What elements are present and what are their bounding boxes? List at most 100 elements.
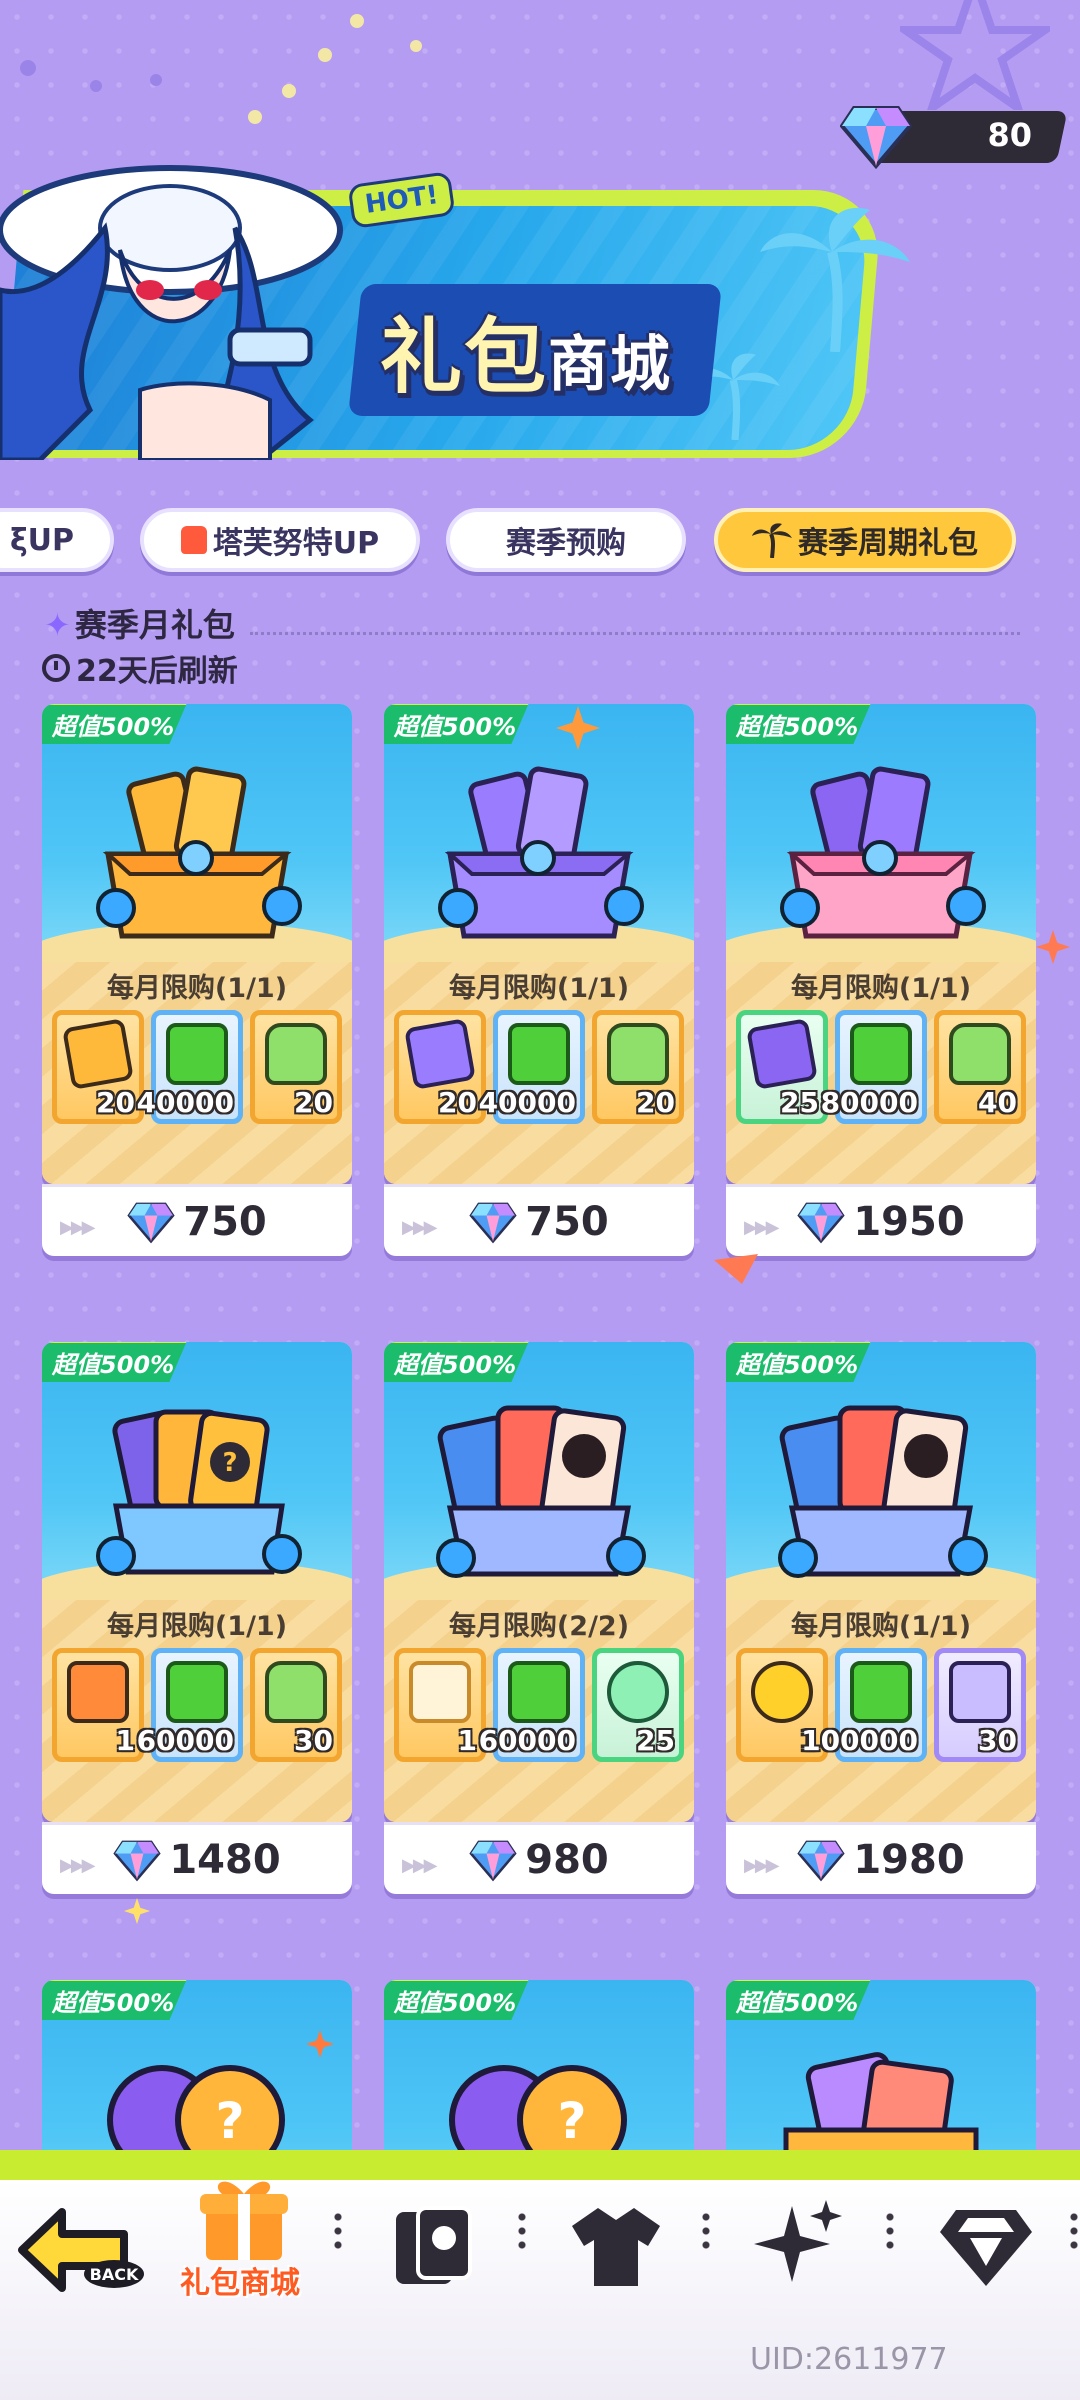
item-count: 80000 [820,1086,918,1119]
arrow-decor: ▶▶▶ [402,1855,437,1876]
section-title: ✦ 赛季月礼包 [44,600,235,646]
arrow-decor: ▶▶▶ [744,1855,779,1876]
back-label: BACK [90,2265,139,2284]
cash-icon [508,1661,570,1723]
banner-title-part1: 礼包 [380,309,549,405]
reward-item-jar[interactable]: 30 [250,1648,342,1762]
reward-items: 1 60000 25 [394,1648,684,1762]
value-badge: 超值500% [42,1980,189,2020]
gift-pack-card[interactable]: ? 超值500% [42,1980,352,2150]
gift-pack-card[interactable]: ? 超值500% 每月限购(1/1) 1 60000 30 ▶▶▶ 1480 [42,1342,352,1898]
character-portrait [0,165,343,460]
purchase-limit: 每月限购(1/1) [790,1611,972,1642]
purchase-limit: 每月限购(2/2) [448,1611,630,1642]
price-button[interactable]: ▶▶▶ 750 [42,1184,352,1256]
ticket-icon [62,1018,134,1090]
item-count: 25 [780,1086,819,1119]
reward-item-jar[interactable]: 40 [934,1010,1026,1124]
reward-items: 25 80000 40 [736,1010,1026,1124]
price-button[interactable]: ▶▶▶ 1480 [42,1822,352,1894]
svg-text:?: ? [557,2092,586,2150]
reward-items: 1 60000 30 [52,1648,342,1762]
value-badge: 超值500% [726,1980,873,2020]
gift-box-pink-icon [780,766,986,939]
price-button[interactable]: ▶▶▶ 1980 [726,1822,1036,1894]
reward-item-ticket[interactable]: 20 [52,1010,144,1124]
price-value: 1480 [169,1836,281,1883]
item-count: 60000 [478,1724,576,1757]
star-card-icon [409,1661,471,1723]
reward-item-ticket[interactable]: 20 [394,1010,486,1124]
sparkle-effects-icon[interactable] [752,2196,848,2292]
item-count: 25 [636,1724,675,1757]
item-count: 30 [978,1724,1017,1757]
tab-tafnut-up[interactable]: 塔芙努特UP [140,508,420,572]
tab-season-preorder[interactable]: 赛季预购 [446,508,686,572]
outfit-shirt-icon[interactable] [568,2202,664,2292]
reward-item-card[interactable]: 1 [394,1648,486,1762]
gift-pack-card[interactable]: 超值500% 每月限购(2/2) 1 60000 25 ▶▶▶ 980 [384,1342,694,1898]
item-count: 40000 [136,1086,234,1119]
gift-pack-card[interactable]: 超值500% 每月限购(1/1) 20 40000 20 ▶▶▶ 750 [384,704,694,1260]
diamond-currency-display[interactable]: 80 [840,106,1068,170]
cash-icon [166,1661,228,1723]
price-button[interactable]: ▶▶▶ 750 [384,1184,694,1256]
refresh-text: 22天后刷新 [76,654,238,689]
sparkle-decor [124,1898,150,1924]
card-body: 超值500% 每月限购(1/1) 25 80000 40 [726,704,1036,1184]
tab-season-cycle-pack[interactable]: 赛季周期礼包 [714,508,1016,572]
item-count: 60000 [136,1724,234,1757]
value-badge: 超值500% [384,704,531,744]
gift-pack-card[interactable]: 超值500% 每月限购(1/1) 1 100000 30 ▶▶▶ 1980 [726,1342,1036,1898]
character-card-box-icon [778,1405,988,1578]
reward-item-jar[interactable]: 20 [592,1010,684,1124]
reward-items: 20 40000 20 [52,1010,342,1124]
card-body: 超值500% 每月限购(2/2) 1 60000 25 [384,1342,694,1822]
card-body: 超值500% 每月限购(1/1) 1 100000 30 [726,1342,1036,1822]
gift-box-icon[interactable] [196,2170,292,2266]
reward-item-cash[interactable]: 60000 [137,1648,243,1762]
jar-icon [949,1023,1011,1085]
price-button[interactable]: ▶▶▶ 1950 [726,1184,1036,1256]
decor-dot [282,84,296,98]
token-icon [607,1661,669,1723]
gift-shop-nav-label[interactable]: 礼包商城 [180,2258,300,2302]
reward-item-token[interactable]: 30 [934,1648,1026,1762]
item-count: 30 [294,1724,333,1757]
gift-box-purple-icon [438,766,644,939]
purchase-limit: 每月限购(1/1) [448,973,630,1004]
jar-icon [607,1023,669,1085]
nav-divider [886,2210,894,2250]
gift-pack-card[interactable]: 超值500% [726,1980,1036,2150]
jar-icon [265,1661,327,1723]
category-tabs: ξUP 塔芙努特UP 赛季预购 赛季周期礼包 [0,508,1080,572]
card-album-icon[interactable] [388,2202,478,2292]
nav-divider [518,2210,526,2250]
reward-item-cash[interactable]: 40000 [479,1010,585,1124]
purchase-limit: 每月限购(1/1) [106,1611,288,1642]
mystery-egg-icon: ? [107,2065,285,2150]
reward-item-cash[interactable]: 40000 [137,1010,243,1124]
back-arrow-button[interactable]: BACK [14,2200,144,2300]
gift-pack-card[interactable]: 超值500% 每月限购(1/1) 25 80000 40 ▶▶▶ 1950 [726,704,1036,1260]
card-body: ? 超值500% 每月限购(1/1) 1 60000 30 [42,1342,352,1822]
value-badge: 超值500% [726,1342,873,1382]
banner-title-part2: 商城 [548,330,673,400]
reward-item-token[interactable]: 25 [592,1648,684,1762]
gift-pack-card[interactable]: ? 超值500% [384,1980,694,2150]
tab-previous-up[interactable]: ξUP [0,508,114,572]
reward-item-cash[interactable]: 100000 [801,1648,927,1762]
reward-item-card-pack[interactable]: 1 [52,1648,144,1762]
gift-shop-banner: 礼包商城 HOT! [0,165,910,460]
slime-edge [0,2150,1080,2194]
purchase-limit: 每月限购(1/1) [790,973,972,1004]
nav-divider [1070,2210,1078,2250]
reward-item-jar[interactable]: 20 [250,1010,342,1124]
gift-pack-card[interactable]: 超值500% 每月限购(1/1) 20 40000 20 ▶▶▶ 750 [42,704,352,1260]
reward-item-cash[interactable]: 60000 [479,1648,585,1762]
price-button[interactable]: ▶▶▶ 980 [384,1822,694,1894]
reward-item-cash[interactable]: 80000 [821,1010,927,1124]
diamond-shop-icon[interactable] [938,2204,1034,2288]
reward-item-ticket[interactable]: 25 [736,1010,828,1124]
decor-dot [248,110,262,124]
